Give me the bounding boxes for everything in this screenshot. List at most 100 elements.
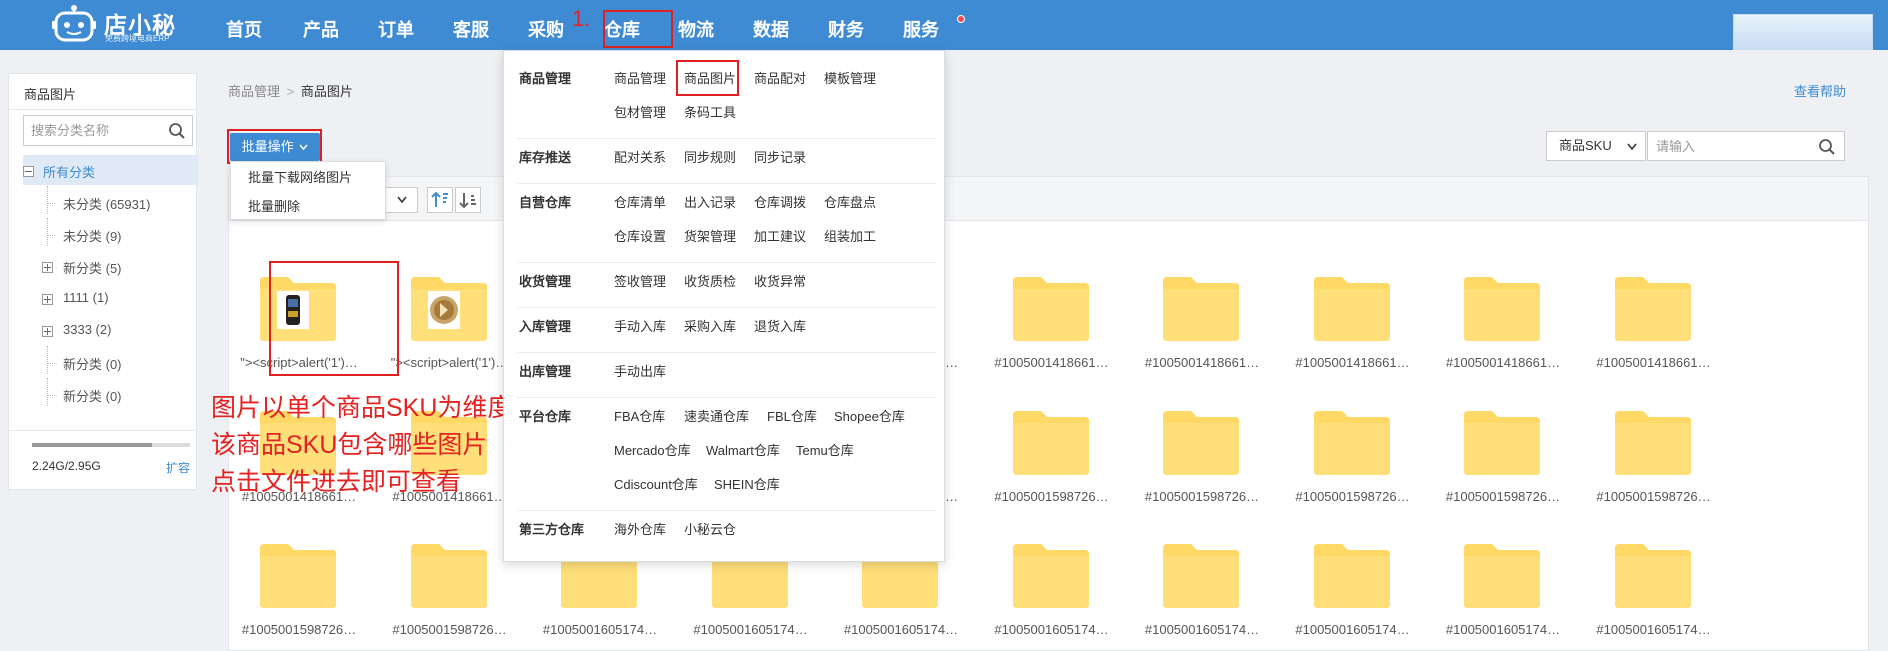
menu-link[interactable]: 条码工具 xyxy=(684,102,736,121)
menu-link[interactable]: 收货异常 xyxy=(754,271,806,290)
image-folder[interactable]: #1005001598726… xyxy=(1137,407,1267,525)
menu-link[interactable]: Mercado仓库 xyxy=(614,440,691,459)
nav-item-0[interactable]: 首页 xyxy=(204,0,284,50)
folder-icon xyxy=(1312,540,1392,610)
search-icon[interactable] xyxy=(1818,138,1836,156)
menu-link[interactable]: FBL仓库 xyxy=(767,406,817,425)
menu-link[interactable]: 包材管理 xyxy=(614,102,666,121)
folder-icon xyxy=(1161,407,1241,477)
help-link[interactable]: 查看帮助 xyxy=(1794,81,1846,100)
folder-label: #1005001605174… xyxy=(994,622,1109,637)
tree-connector-line xyxy=(48,235,55,236)
menu-link[interactable]: 仓库调拨 xyxy=(754,192,806,211)
folder-icon xyxy=(1011,540,1091,610)
sort-select[interactable] xyxy=(384,187,418,213)
menu-link[interactable]: 出入记录 xyxy=(684,192,736,211)
menu-link[interactable]: 采购入库 xyxy=(684,316,736,335)
image-folder[interactable]: #1005001605174… xyxy=(1288,540,1418,651)
expand-storage-link[interactable]: 扩容 xyxy=(166,459,190,476)
menu-link[interactable]: Cdiscount仓库 xyxy=(614,474,698,493)
tree-item-7[interactable]: 新分类 (0) xyxy=(63,386,122,405)
menu-link[interactable]: Temu仓库 xyxy=(796,440,854,459)
image-folder[interactable]: #1005001598726… xyxy=(234,540,364,651)
menu-link[interactable]: 海外仓库 xyxy=(614,519,666,538)
menu-link[interactable]: 同步规则 xyxy=(684,147,736,166)
product-thumbnail xyxy=(427,291,460,329)
menu-link[interactable]: 商品管理 xyxy=(614,68,666,87)
image-folder[interactable]: #1005001605174… xyxy=(1438,540,1568,651)
tree-item-5[interactable]: 3333 (2) xyxy=(63,322,111,337)
nav-item-8[interactable]: 财务 xyxy=(806,0,886,50)
menu-link[interactable]: 配对关系 xyxy=(614,147,666,166)
menu-link[interactable]: 签收管理 xyxy=(614,271,666,290)
image-folder[interactable]: #1005001605174… xyxy=(987,540,1117,651)
tree-connector-line xyxy=(47,378,48,406)
image-folder[interactable]: #1005001598726… xyxy=(1288,407,1418,525)
tree-item-1[interactable]: 未分类 (65931) xyxy=(63,194,150,213)
menu-link[interactable]: 加工建议 xyxy=(754,226,806,245)
menu-section-divider xyxy=(517,183,937,184)
image-folder[interactable]: #1005001418661… xyxy=(1288,273,1418,391)
image-folder[interactable]: #1005001605174… xyxy=(1589,540,1719,651)
image-folder[interactable]: #1005001605174… xyxy=(1137,540,1267,651)
menu-link[interactable]: 组装加工 xyxy=(824,226,876,245)
sku-field-select[interactable]: 商品SKU xyxy=(1546,131,1646,161)
menu-link[interactable]: SHEIN仓库 xyxy=(714,474,780,493)
tree-expand-icon[interactable] xyxy=(42,294,53,305)
tree-expand-icon[interactable] xyxy=(42,262,53,273)
tree-expand-icon[interactable] xyxy=(42,326,53,337)
tree-item-3[interactable]: 新分类 (5) xyxy=(63,258,122,277)
nav-item-1[interactable]: 产品 xyxy=(281,0,361,50)
tree-item-0[interactable]: 所有分类 xyxy=(43,162,95,181)
menu-link[interactable]: 手动出库 xyxy=(614,361,666,380)
menu-link[interactable]: 同步记录 xyxy=(754,147,806,166)
sku-search-input[interactable] xyxy=(1656,139,1806,154)
image-folder[interactable]: #1005001598726… xyxy=(385,540,515,651)
image-folder[interactable]: #1005001598726… xyxy=(1589,407,1719,525)
menu-link[interactable]: FBA仓库 xyxy=(614,406,665,425)
tree-collapse-icon[interactable] xyxy=(23,166,34,177)
image-folder[interactable]: #1005001598726… xyxy=(987,407,1117,525)
menu-link[interactable]: 速卖通仓库 xyxy=(684,406,749,425)
search-icon[interactable] xyxy=(168,122,186,140)
menu-link[interactable]: 商品配对 xyxy=(754,68,806,87)
menu-link[interactable]: Walmart仓库 xyxy=(706,440,780,459)
image-folder[interactable]: #1005001418661… xyxy=(1137,273,1267,391)
tree-item-4[interactable]: 1111 (1) xyxy=(63,290,109,305)
tree-item-6[interactable]: 新分类 (0) xyxy=(63,354,122,373)
menu-link[interactable]: 仓库清单 xyxy=(614,192,666,211)
menu-link[interactable]: 退货入库 xyxy=(754,316,806,335)
menu-link[interactable]: 收货质检 xyxy=(684,271,736,290)
image-folder[interactable]: #1005001598726… xyxy=(1438,407,1568,525)
nav-item-2[interactable]: 订单 xyxy=(356,0,436,50)
brand-logo[interactable]: 店小秘 免费跨境电商ERP xyxy=(52,2,192,46)
image-folder[interactable]: #1005001418661… xyxy=(987,273,1117,391)
user-account-box[interactable] xyxy=(1733,14,1873,50)
bulk-download-images-item[interactable]: 批量下载网络图片 xyxy=(248,167,352,186)
folder-label: #1005001418661… xyxy=(1596,355,1711,370)
nav-item-3[interactable]: 客服 xyxy=(431,0,511,50)
folder-label: #1005001598726… xyxy=(994,489,1109,504)
nav-item-9[interactable]: 服务 xyxy=(881,0,961,50)
menu-link[interactable]: 模板管理 xyxy=(824,68,876,87)
image-folder[interactable]: #1005001418661… xyxy=(1589,273,1719,391)
menu-link[interactable]: 货架管理 xyxy=(684,226,736,245)
menu-link[interactable]: 仓库设置 xyxy=(614,226,666,245)
menu-link[interactable]: 小秘云仓 xyxy=(684,519,736,538)
tree-item-2[interactable]: 未分类 (9) xyxy=(63,226,122,245)
service-notification-dot xyxy=(957,15,965,23)
sort-ascending-button[interactable] xyxy=(427,187,453,213)
nav-item-7[interactable]: 数据 xyxy=(731,0,811,50)
menu-link[interactable]: 仓库盘点 xyxy=(824,192,876,211)
tree-connector-line xyxy=(47,186,48,214)
category-search-input[interactable] xyxy=(31,123,161,138)
image-folder[interactable]: "><script>alert('1')… xyxy=(385,273,515,391)
sku-search-box xyxy=(1647,131,1845,161)
menu-link[interactable]: Shopee仓库 xyxy=(834,406,905,425)
sort-descending-button[interactable] xyxy=(455,187,481,213)
bulk-delete-item[interactable]: 批量删除 xyxy=(248,196,300,215)
image-folder[interactable]: #1005001418661… xyxy=(1438,273,1568,391)
breadcrumb-parent[interactable]: 商品管理 xyxy=(228,84,280,99)
menu-link[interactable]: 手动入库 xyxy=(614,316,666,335)
breadcrumb-separator: > xyxy=(286,84,295,99)
